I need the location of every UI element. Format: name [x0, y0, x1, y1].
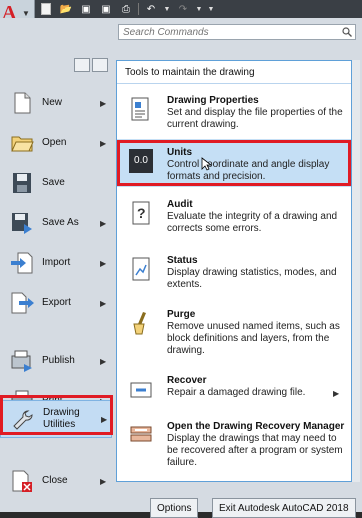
tool-drawing-recovery-manager[interactable]: Open the Drawing Recovery Manager Displa…: [117, 417, 351, 477]
annotation-highlight-drawing-utilities: [0, 395, 113, 435]
tool-description: Display the drawings that may need to be…: [167, 433, 343, 468]
menu-item-label: Publish: [42, 355, 75, 366]
tool-name: Recover: [167, 375, 207, 386]
drawing-utilities-panel: Tools to maintain the drawing Drawing Pr…: [116, 60, 352, 482]
menu-item-label: Close: [42, 475, 68, 486]
drawing-properties-icon: [131, 97, 149, 121]
open-folder-icon: [11, 136, 34, 152]
menu-item-save-as[interactable]: Save As ▶: [0, 204, 112, 242]
tool-purge[interactable]: Purge Remove unused named items, such as…: [117, 305, 351, 363]
publish-icon: [11, 350, 32, 372]
tool-name: Drawing Properties: [167, 95, 259, 106]
menu-item-label: Open: [42, 137, 67, 148]
import-icon: [11, 252, 33, 274]
search-input[interactable]: [118, 24, 356, 40]
menu-item-label: Save: [42, 177, 65, 188]
mouse-cursor-icon: [201, 157, 211, 171]
tool-recover[interactable]: Recover Repair a damaged drawing file. ▶: [117, 371, 351, 411]
new-document-icon: [14, 92, 31, 114]
menu-item-import[interactable]: Import ▶: [0, 244, 112, 282]
menu-item-save[interactable]: Save: [0, 164, 112, 202]
tool-description: Remove unused named items, such as block…: [167, 321, 340, 356]
tool-name: Status: [167, 255, 198, 266]
tool-drawing-properties[interactable]: Drawing Properties Set and display the f…: [117, 91, 351, 135]
tool-name: Purge: [167, 309, 196, 320]
chevron-right-icon: ▶: [100, 356, 107, 366]
open-documents-icon[interactable]: [92, 58, 108, 72]
save-icon: [13, 173, 31, 193]
chevron-right-icon: ▶: [100, 476, 107, 486]
tool-description: Display drawing statistics, modes, and e…: [167, 267, 337, 290]
options-button[interactable]: Options: [150, 498, 199, 518]
scrollbar[interactable]: [352, 60, 360, 482]
tool-description: Set and display the file properties of t…: [167, 107, 343, 130]
recover-icon: [130, 382, 152, 398]
tool-units[interactable]: 0.0 Units Control coordinate and angle d…: [117, 139, 351, 187]
menu-item-export[interactable]: Export ▶: [0, 284, 112, 322]
menu-item-label: Export: [42, 297, 71, 308]
menu-item-label: Import: [42, 257, 71, 268]
annotation-highlight-units: [117, 140, 351, 186]
purge-icon: [133, 312, 146, 335]
tool-name: Audit: [167, 199, 193, 210]
svg-text:?: ?: [137, 205, 146, 221]
tool-description: Repair a damaged drawing file.: [167, 387, 306, 398]
chevron-right-icon: ▶: [100, 218, 107, 228]
tool-audit[interactable]: ? Audit Evaluate the integrity of a draw…: [117, 195, 351, 243]
save-as-icon: [12, 213, 32, 234]
chevron-right-icon: ▶: [100, 298, 107, 308]
exit-autocad-button[interactable]: Exit Autodesk AutoCAD 2018: [212, 498, 356, 518]
drawing-recovery-manager-icon: [130, 426, 152, 442]
chevron-right-icon: ▶: [100, 138, 107, 148]
view-toggle: [74, 58, 108, 72]
search-icon[interactable]: [342, 27, 352, 37]
chevron-right-icon: ▶: [100, 98, 107, 108]
menu-item-new[interactable]: New ▶: [0, 84, 112, 122]
export-icon: [11, 292, 34, 314]
panel-title: Tools to maintain the drawing: [125, 67, 255, 78]
tool-name: Open the Drawing Recovery Manager: [167, 421, 345, 432]
application-menu: New ▶ Open ▶ Save Save As ▶ Import ▶ Exp…: [0, 18, 362, 518]
menu-item-label: New: [42, 97, 63, 108]
chevron-right-icon: ▶: [100, 258, 107, 268]
chevron-right-icon: ▶: [333, 389, 340, 398]
recent-documents-icon[interactable]: [74, 58, 90, 72]
menu-item-close[interactable]: Close ▶: [0, 462, 112, 500]
menu-item-publish[interactable]: Publish ▶: [0, 342, 112, 380]
status-icon: [132, 257, 150, 281]
tool-description: Evaluate the integrity of a drawing and …: [167, 211, 338, 234]
search-row: [0, 18, 362, 46]
audit-icon: ?: [132, 201, 150, 225]
divider: [117, 83, 351, 84]
tool-status[interactable]: Status Display drawing statistics, modes…: [117, 251, 351, 299]
close-document-icon: [12, 470, 32, 492]
menu-item-label: Save As: [42, 217, 79, 228]
menu-footer: Options Exit Autodesk AutoCAD 2018: [116, 484, 362, 518]
menu-item-open[interactable]: Open ▶: [0, 124, 112, 162]
